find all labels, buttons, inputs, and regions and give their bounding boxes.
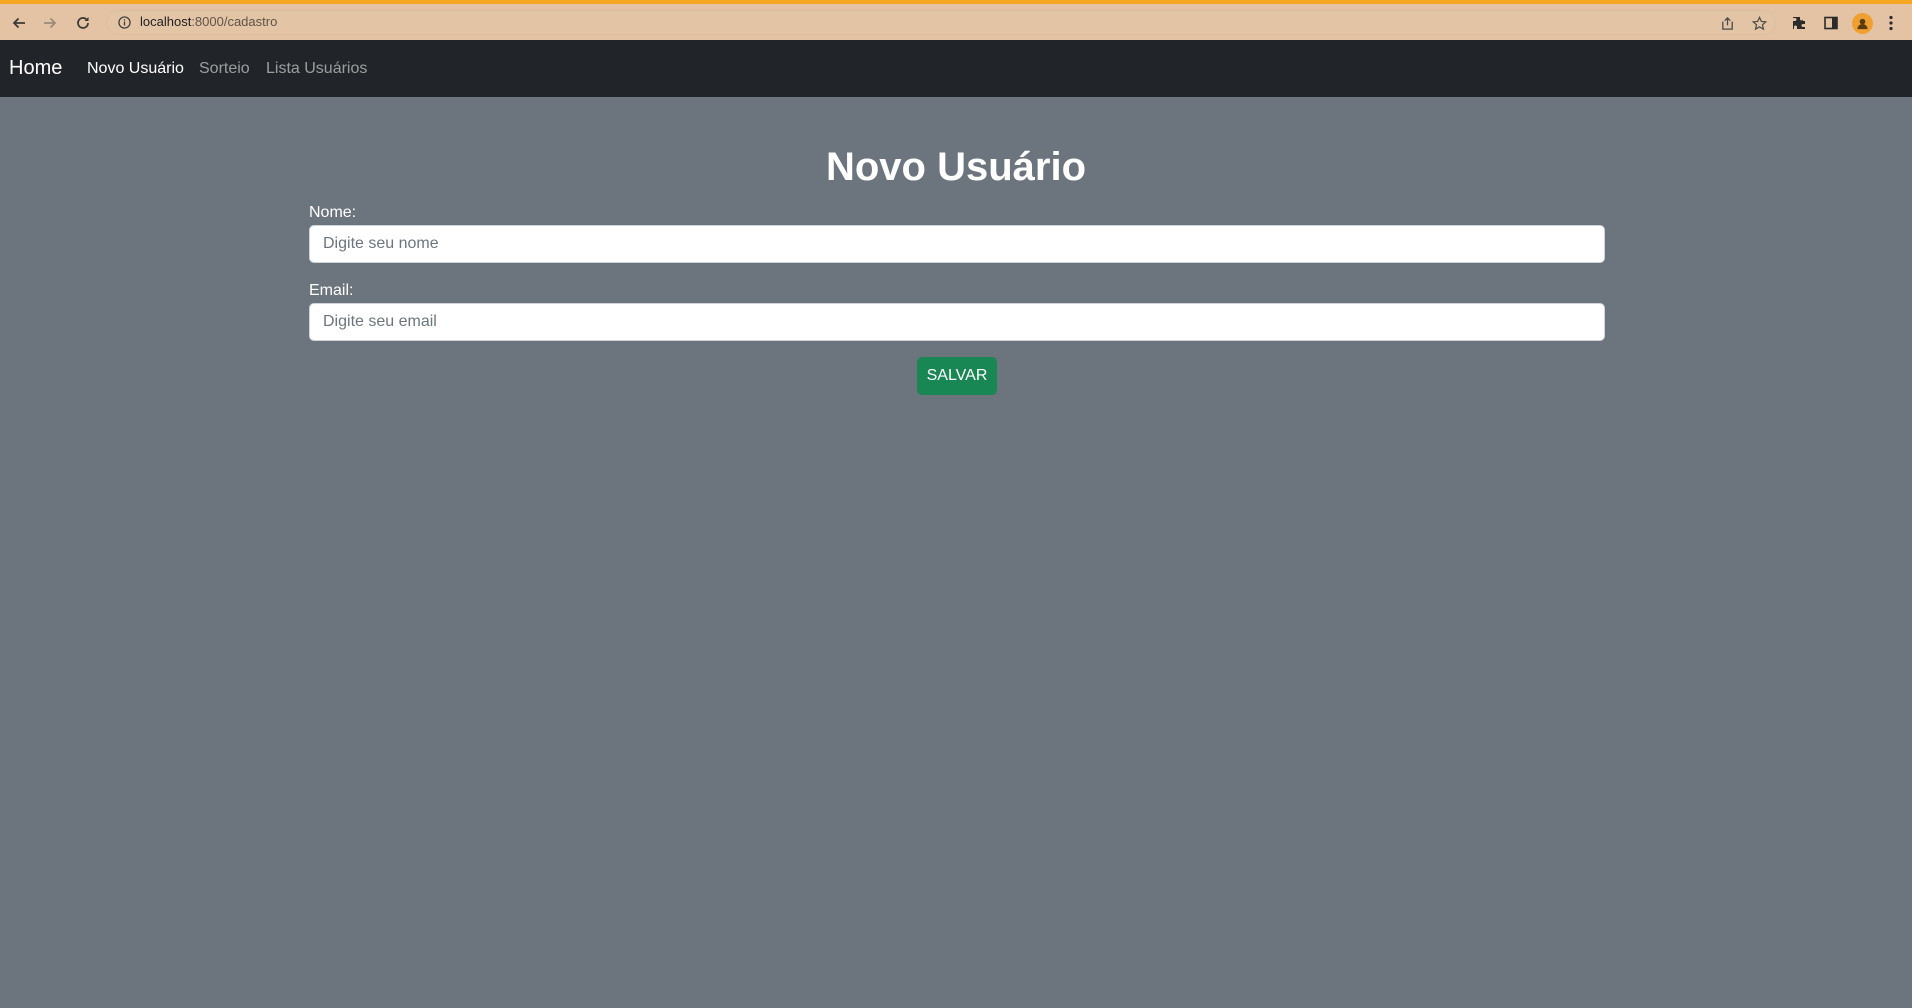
nav-link-sorteio[interactable]: Sorteio xyxy=(199,60,250,78)
navbar-brand-home[interactable]: Home xyxy=(9,57,62,80)
reload-icon[interactable] xyxy=(70,10,96,36)
email-label: Email: xyxy=(309,282,354,299)
site-info-icon[interactable] xyxy=(116,14,132,30)
page-title: Novo Usuário xyxy=(825,145,1087,189)
url-host: localhost xyxy=(140,14,192,29)
name-input[interactable] xyxy=(309,225,1605,263)
extensions-icon[interactable] xyxy=(1788,12,1810,34)
bookmark-star-icon[interactable] xyxy=(1750,14,1768,32)
url-text: localhost:8000/cadastro xyxy=(140,14,277,29)
email-input[interactable] xyxy=(309,303,1605,341)
name-label: Nome: xyxy=(309,204,357,221)
forward-icon[interactable] xyxy=(37,10,63,36)
browser-toolbar: localhost:8000/cadastro xyxy=(0,0,1912,40)
url-path: :8000/cadastro xyxy=(191,14,278,29)
menu-kebab-icon[interactable] xyxy=(1884,12,1898,34)
side-panel-icon[interactable] xyxy=(1820,12,1842,34)
share-icon[interactable] xyxy=(1718,14,1736,32)
nav-link-novo-usuario[interactable]: Novo Usuário xyxy=(87,60,184,78)
profile-avatar-icon[interactable] xyxy=(1852,13,1873,34)
back-icon[interactable] xyxy=(6,10,32,36)
nav-link-lista-usuarios[interactable]: Lista Usuários xyxy=(266,60,367,78)
address-bar[interactable]: localhost:8000/cadastro xyxy=(106,10,1776,35)
save-button[interactable]: SALVAR xyxy=(917,357,997,395)
site-navbar: Home Novo Usuário Sorteio Lista Usuários xyxy=(0,40,1912,97)
